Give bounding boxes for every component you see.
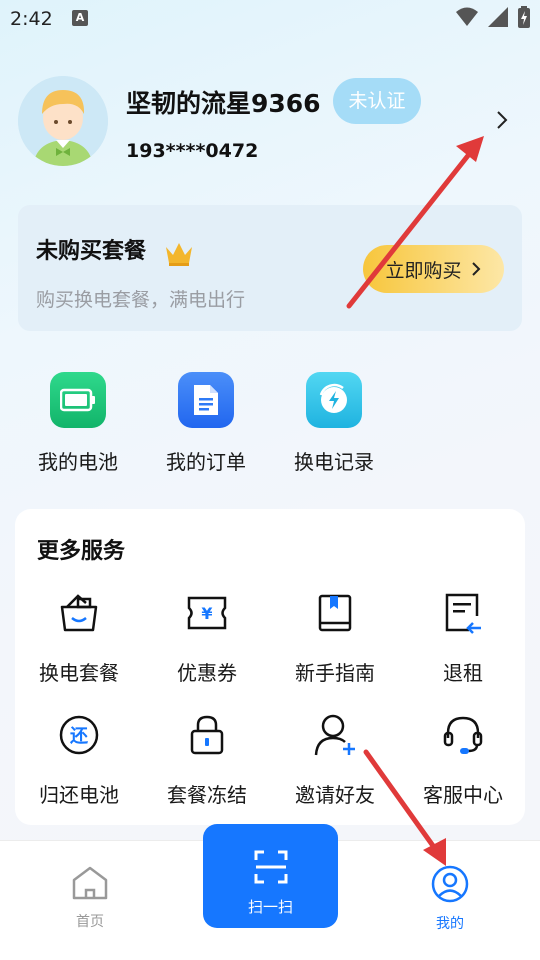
guide-book-icon bbox=[313, 591, 357, 635]
document-icon bbox=[178, 372, 234, 428]
phone-number: 193****0472 bbox=[126, 140, 259, 162]
service-freeze-package[interactable]: 套餐冻结 bbox=[143, 713, 271, 808]
service-customer-center-label: 客服中心 bbox=[423, 783, 503, 807]
more-services-card: 更多服务 换电套餐 ¥ 优惠券 新手指南 退租 还 归还电池 套餐冻结 邀请好友… bbox=[15, 509, 525, 825]
home-icon bbox=[72, 866, 108, 900]
user-profile-icon bbox=[431, 865, 469, 903]
headset-icon bbox=[441, 713, 485, 757]
buy-now-button[interactable]: 立即购买 bbox=[363, 245, 504, 293]
package-subtitle: 购买换电套餐，满电出行 bbox=[36, 289, 246, 311]
status-time: 2:42 bbox=[10, 8, 53, 30]
scan-icon bbox=[254, 850, 287, 884]
service-return-battery[interactable]: 还 归还电池 bbox=[15, 713, 143, 808]
return-battery-icon: 还 bbox=[57, 713, 101, 757]
swap-record-icon bbox=[306, 372, 362, 428]
service-package[interactable]: 换电套餐 bbox=[15, 591, 143, 686]
add-friend-icon bbox=[313, 713, 357, 757]
package-card: 未购买套餐 购买换电套餐，满电出行 立即购买 bbox=[18, 205, 522, 331]
username: 坚韧的流星9366 bbox=[126, 89, 321, 118]
crown-icon bbox=[166, 243, 192, 266]
service-invite-friend-label: 邀请好友 bbox=[295, 783, 375, 807]
status-bar: 2:42 A bbox=[0, 0, 540, 40]
service-package-label: 换电套餐 bbox=[39, 661, 119, 685]
service-coupon-label: 优惠券 bbox=[177, 661, 237, 685]
battery-icon bbox=[50, 372, 106, 428]
tab-home[interactable]: 首页 bbox=[45, 865, 135, 931]
quick-my-battery-label: 我的电池 bbox=[38, 450, 118, 474]
scan-label: 扫一扫 bbox=[247, 898, 293, 916]
signal-icon bbox=[488, 7, 508, 27]
tab-home-label: 首页 bbox=[76, 914, 104, 930]
tab-mine[interactable]: 我的 bbox=[405, 865, 495, 933]
scan-button[interactable]: 扫一扫 bbox=[203, 824, 338, 928]
avatar[interactable] bbox=[18, 76, 108, 166]
svg-text:¥: ¥ bbox=[201, 604, 212, 623]
wifi-icon bbox=[456, 7, 478, 26]
buy-now-label: 立即购买 bbox=[385, 259, 462, 282]
more-services-title: 更多服务 bbox=[37, 539, 126, 564]
svg-text:还: 还 bbox=[69, 726, 89, 747]
lock-icon bbox=[185, 713, 229, 757]
notification-a-icon: A bbox=[72, 10, 88, 26]
service-return-rent-label: 退租 bbox=[443, 661, 483, 685]
bottom-tab-bar: 首页 扫一扫 我的 bbox=[0, 824, 540, 960]
coupon-icon: ¥ bbox=[185, 591, 229, 635]
chevron-right-icon[interactable] bbox=[492, 108, 512, 132]
verification-badge[interactable]: 未认证 bbox=[333, 78, 421, 124]
battery-charging-icon bbox=[518, 6, 530, 28]
avatar-boy-icon bbox=[18, 76, 108, 166]
service-return-rent[interactable]: 退租 bbox=[399, 591, 527, 686]
service-guide-label: 新手指南 bbox=[295, 661, 375, 685]
package-basket-icon bbox=[57, 591, 101, 635]
return-rent-icon bbox=[441, 591, 485, 635]
service-freeze-package-label: 套餐冻结 bbox=[167, 783, 247, 807]
status-indicators bbox=[456, 6, 530, 28]
package-title: 未购买套餐 bbox=[36, 239, 147, 264]
service-coupon[interactable]: ¥ 优惠券 bbox=[143, 591, 271, 686]
profile-header[interactable]: 坚韧的流星9366 未认证 193****0472 bbox=[18, 74, 528, 174]
service-customer-center[interactable]: 客服中心 bbox=[399, 713, 527, 808]
service-invite-friend[interactable]: 邀请好友 bbox=[271, 713, 399, 808]
quick-my-battery[interactable]: 我的电池 bbox=[28, 372, 128, 475]
quick-swap-records[interactable]: 换电记录 bbox=[284, 372, 384, 475]
service-return-battery-label: 归还电池 bbox=[39, 783, 119, 807]
chevron-right-icon bbox=[471, 262, 480, 276]
quick-swap-records-label: 换电记录 bbox=[294, 450, 374, 474]
tab-mine-label: 我的 bbox=[436, 916, 464, 932]
service-guide[interactable]: 新手指南 bbox=[271, 591, 399, 686]
quick-my-orders-label: 我的订单 bbox=[166, 450, 246, 474]
quick-my-orders[interactable]: 我的订单 bbox=[156, 372, 256, 475]
